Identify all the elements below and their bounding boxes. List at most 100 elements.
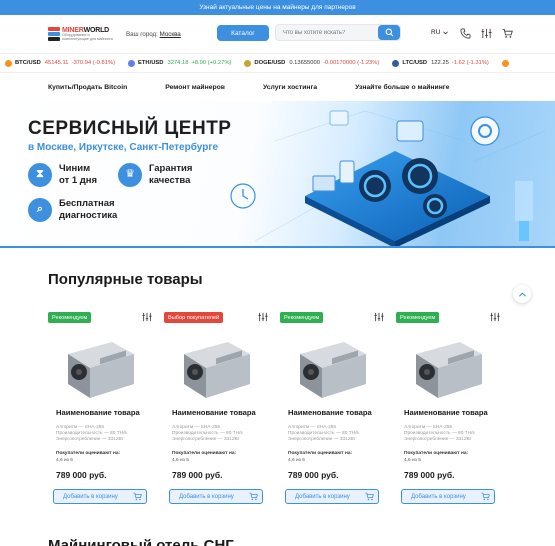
ticker-change: -0.00170000 (-1.23%) (322, 60, 380, 66)
logo-mark-icon (48, 27, 60, 41)
compare-icon[interactable] (374, 312, 384, 322)
asic-miner-image (300, 342, 366, 398)
promo-text[interactable]: Узнай актуальные цены на майнеры для пар… (199, 4, 355, 11)
chevron-up-icon (518, 291, 526, 297)
chevron-down-icon (443, 30, 449, 34)
product-specs: Алгоритм — SHA-256 Производительность — 8… (288, 425, 359, 443)
hourglass-icon: ⧗ (28, 163, 52, 187)
product-name[interactable]: Наименование товара (288, 408, 372, 417)
compare-icon[interactable] (481, 26, 493, 39)
cart-icon (481, 492, 490, 501)
popular-products-title: Популярные товары (48, 271, 203, 288)
ltc-coin-icon (392, 59, 400, 67)
product-card[interactable]: Рекомендуем Наименование товара Алгоритм… (396, 310, 504, 510)
ticker-item: ETH/USD 3274.18 +8.90 (+0.27%) (128, 59, 231, 67)
btc-coin-icon (5, 59, 12, 67)
product-name[interactable]: Наименование товара (56, 408, 140, 417)
banner-subtitle: в Москве, Иркутске, Санкт-Петербурге (28, 142, 219, 153)
cart-icon (249, 492, 258, 501)
search-icon (385, 28, 393, 37)
compare-icon[interactable] (258, 312, 268, 322)
product-price: 789 000 руб. (404, 470, 455, 480)
product-badge: Рекомендуем (48, 312, 92, 323)
product-badge: Рекомендуем (396, 312, 440, 323)
ticker-change: -1.62 (-1.31%) (451, 60, 489, 66)
ticker-pair: DOGE/USD (254, 60, 286, 66)
ticker-price: 3274.18 (167, 60, 189, 66)
nav-item-repair[interactable]: Ремонт майнеров (165, 84, 225, 91)
rating-label: Покупатели оценивают на: (288, 451, 353, 456)
service-banner[interactable]: СЕРВИСНЫЙ ЦЕНТР в Москве, Иркутске, Санк… (0, 101, 555, 248)
feature-warranty: ♛ Гарантия качества (118, 163, 192, 187)
promo-topbar[interactable]: Узнай актуальные цены на майнеры для пар… (0, 0, 555, 15)
product-badge: Выбор покупателей (164, 312, 224, 323)
product-badge: Рекомендуем (280, 312, 324, 323)
feature-repair: ⧗ Чиним от 1 дня (28, 163, 97, 187)
city-selector: Ваш город: Москва (126, 31, 181, 38)
phone-icon[interactable] (460, 26, 472, 39)
ticker-pair: ETH/USD (138, 60, 164, 66)
product-name[interactable]: Наименование товара (404, 408, 488, 417)
logo-tagline: Оборудование и комплектующие для майнинг… (62, 32, 113, 41)
language-label: RU (431, 29, 441, 36)
rating-label: Покупатели оценивают на: (56, 451, 121, 456)
ticker-item (501, 59, 512, 67)
search-button[interactable] (378, 25, 400, 40)
server-illustration (230, 110, 546, 246)
next-section-title: Майнинговый отель СНГ (48, 537, 234, 546)
product-price: 789 000 руб. (56, 470, 107, 480)
compare-icon[interactable] (142, 312, 152, 322)
product-card[interactable]: Выбор покупателей Наименование товара Ал… (164, 310, 272, 510)
banner-title: СЕРВИСНЫЙ ЦЕНТР (28, 118, 232, 139)
city-label: Ваш город: (126, 30, 158, 38)
city-link[interactable]: Москва (160, 31, 181, 38)
diagnostics-search-icon: ⌕ (28, 198, 52, 222)
ticker-price: 0.13655000 (289, 60, 320, 66)
add-to-cart-button[interactable]: Добавить в корзину (401, 489, 495, 504)
search-input[interactable] (276, 29, 376, 36)
ticker-pair: LTC/USD (402, 60, 428, 66)
add-to-cart-button[interactable]: Добавить в корзину (53, 489, 147, 504)
trophy-icon: ♛ (118, 163, 142, 187)
feature-diagnostics: ⌕ Бесплатная диагностика (28, 198, 117, 222)
product-price: 789 000 руб. (288, 470, 339, 480)
product-specs: Алгоритм — SHA-256 Производительность — 8… (56, 425, 127, 443)
ticker-item: LTC/USD 122.25 -1.62 (-1.31%) (392, 59, 489, 67)
logo[interactable]: MINERWORLD Оборудование и комплектующие … (48, 27, 118, 42)
rating-label: Покупатели оценивают на: (404, 451, 469, 456)
product-card[interactable]: Рекомендуем Наименование товара Алгоритм… (280, 310, 388, 510)
asic-miner-image (184, 342, 250, 398)
cart-icon (133, 492, 142, 501)
ticker-item: DOGE/USD 0.13655000 -0.00170000 (-1.23%) (244, 59, 380, 67)
product-price: 789 000 руб. (172, 470, 223, 480)
add-to-cart-button[interactable]: Добавить в корзину (169, 489, 263, 504)
scroll-up-button[interactable] (513, 285, 531, 303)
cart-icon (365, 492, 374, 501)
ticker-price: 45145.11 (44, 60, 69, 66)
product-specs: Алгоритм — SHA-256 Производительность — 8… (404, 425, 475, 443)
btc-coin-icon (501, 59, 509, 67)
ticker-change: -370.94 (-0.81%) (71, 60, 116, 66)
nav-item-buy-bitcoin[interactable]: Купить/Продать Bitcoin (48, 84, 127, 91)
main-nav: Купить/Продать Bitcoin Ремонт майнеров У… (0, 73, 555, 102)
product-grid: Рекомендуем Наименование товара Алгоритм… (48, 310, 512, 510)
eth-coin-icon (128, 59, 136, 67)
cart-icon[interactable] (502, 26, 514, 38)
asic-miner-image (416, 342, 482, 398)
site-header: MINERWORLD Оборудование и комплектующие … (0, 15, 555, 53)
catalog-button[interactable]: Каталог (217, 25, 269, 41)
rating-value: 4,6 из 5 (56, 458, 73, 463)
product-specs: Алгоритм — SHA-256 Производительность — 8… (172, 425, 243, 443)
add-to-cart-button[interactable]: Добавить в корзину (285, 489, 379, 504)
asic-miner-image (68, 342, 134, 398)
product-card[interactable]: Рекомендуем Наименование товара Алгоритм… (48, 310, 156, 510)
nav-item-learn-mining[interactable]: Узнайте больше о майнинге (355, 84, 449, 91)
product-name[interactable]: Наименование товара (172, 408, 256, 417)
language-selector[interactable]: RU (431, 29, 449, 36)
search-bar (275, 24, 401, 41)
doge-coin-icon (244, 59, 252, 67)
rating-value: 4,6 из 5 (172, 458, 189, 463)
rating-value: 4,6 из 5 (288, 458, 305, 463)
nav-item-hosting[interactable]: Услуги хостинга (263, 84, 317, 91)
compare-icon[interactable] (490, 312, 500, 322)
